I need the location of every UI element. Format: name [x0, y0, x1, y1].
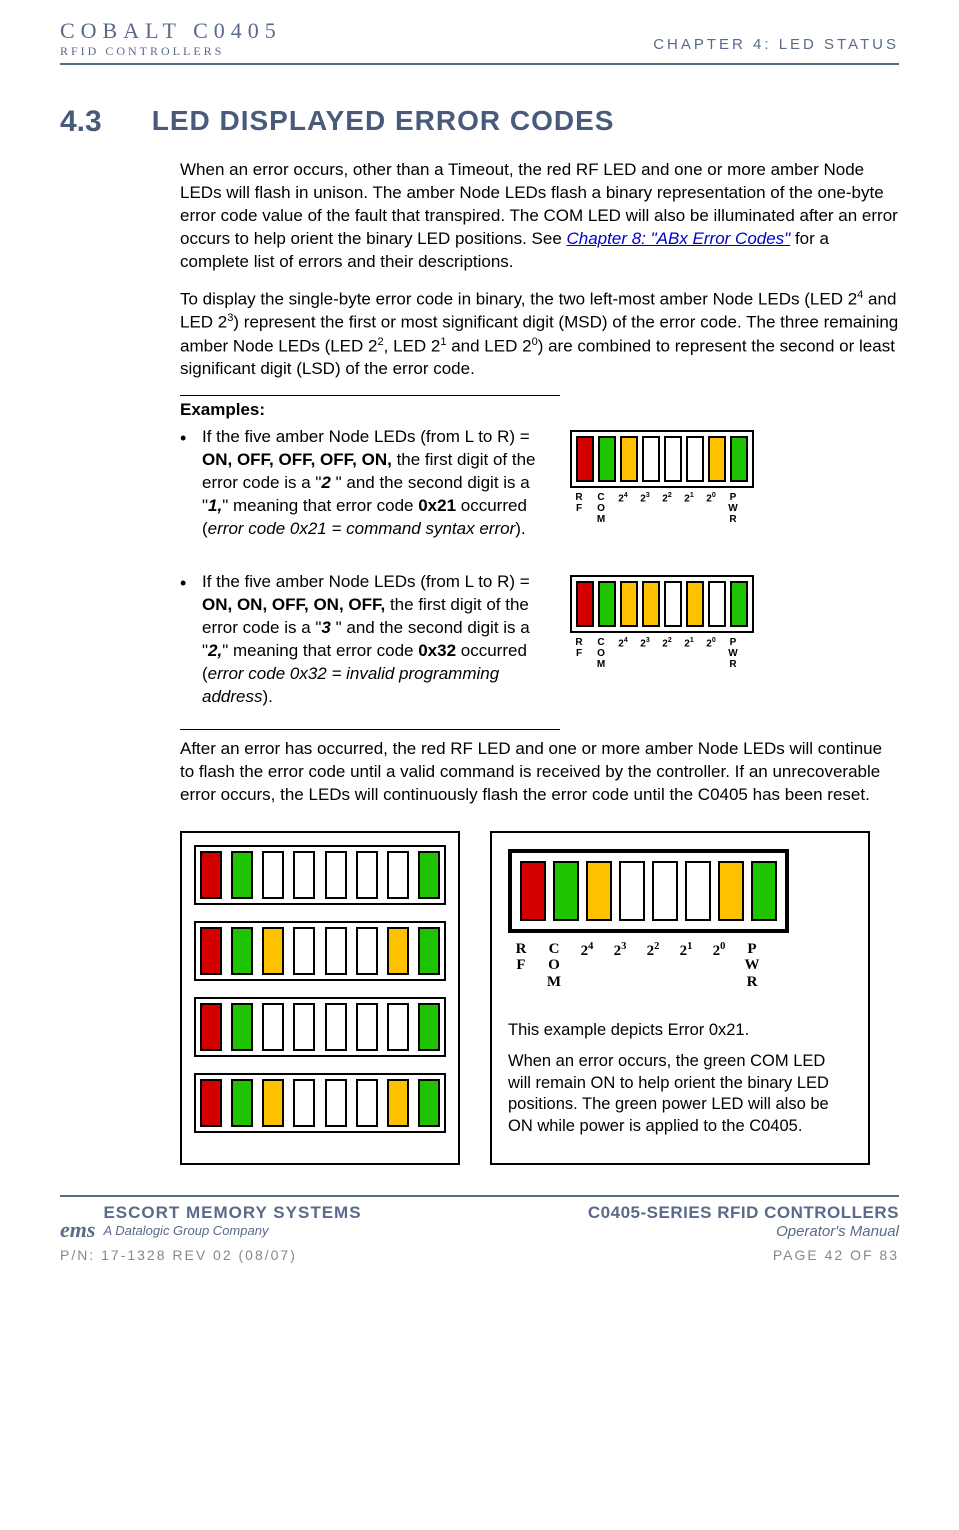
- led-24: [586, 861, 612, 921]
- section-heading: 4.3 LED DISPLAYED ERROR CODES: [60, 105, 899, 139]
- led-22: [664, 436, 682, 482]
- led-21: [685, 861, 711, 921]
- paragraph-2: To display the single-byte error code in…: [180, 288, 899, 382]
- divider: [180, 395, 560, 396]
- led-rf: [520, 861, 546, 921]
- footer-company: ESCORT MEMORY SYSTEMS: [103, 1203, 361, 1223]
- big-panel-p2: When an error occurs, the green COM LED …: [508, 1051, 852, 1137]
- example-1-diagram: R F C O M 24 23 22 21 20 P W R: [570, 426, 754, 541]
- led-22: [652, 861, 678, 921]
- footer-page: PAGE 42 OF 83: [773, 1247, 899, 1263]
- bottom-panels: R F C O M 24 23 22 21 20 P W R This exam…: [180, 831, 899, 1166]
- footer-tagline: A Datalogic Group Company: [103, 1223, 361, 1238]
- led-pwr: [751, 861, 777, 921]
- chapter-label: CHAPTER 4: LED STATUS: [653, 18, 899, 53]
- link-chapter8[interactable]: Chapter 8: "ABx Error Codes": [567, 229, 791, 248]
- led-23: [619, 861, 645, 921]
- led-com: [598, 581, 616, 627]
- led-pwr: [730, 436, 748, 482]
- example-2-row: If the five amber Node LEDs (from L to R…: [180, 571, 899, 709]
- example-1-row: If the five amber Node LEDs (from L to R…: [180, 426, 899, 541]
- footer-right: C0405-SERIES RFID CONTROLLERS Operator's…: [588, 1203, 899, 1240]
- intro-paragraphs: When an error occurs, other than a Timeo…: [180, 159, 899, 381]
- led-labels-2: R F C O M 24 23 22 21 20 P W R: [570, 637, 754, 670]
- footer-doc-type: Operator's Manual: [588, 1223, 899, 1240]
- led-pwr: [730, 581, 748, 627]
- led-21: [686, 581, 704, 627]
- footer-left: ems ESCORT MEMORY SYSTEMS A Datalogic Gr…: [60, 1203, 362, 1243]
- led-21: [686, 436, 704, 482]
- led-com: [598, 436, 616, 482]
- ems-logo: ems: [60, 1203, 95, 1243]
- big-panel-p1: This example depicts Error 0x21.: [508, 1020, 852, 1041]
- led-23: [642, 436, 660, 482]
- big-panel: R F C O M 24 23 22 21 20 P W R This exam…: [490, 831, 870, 1166]
- led-24: [620, 436, 638, 482]
- brand-sub: RFID CONTROLLERS: [60, 44, 282, 59]
- flash-frame-3: [194, 997, 446, 1057]
- section-title: LED DISPLAYED ERROR CODES: [152, 105, 615, 139]
- after-paragraph: After an error has occurred, the red RF …: [180, 738, 899, 807]
- page-header: COBALT C0405 RFID CONTROLLERS CHAPTER 4:…: [60, 18, 899, 65]
- example-1-text: If the five amber Node LEDs (from L to R…: [180, 426, 550, 541]
- footer-product: C0405-SERIES RFID CONTROLLERS: [588, 1203, 899, 1223]
- example-2-text: If the five amber Node LEDs (from L to R…: [180, 571, 550, 709]
- led-23: [642, 581, 660, 627]
- led-24: [620, 581, 638, 627]
- flash-frame-2: [194, 921, 446, 981]
- brand-block: COBALT C0405 RFID CONTROLLERS: [60, 18, 282, 59]
- led-20: [718, 861, 744, 921]
- flash-sequence: [180, 831, 460, 1166]
- led-rf: [576, 436, 594, 482]
- led-20: [708, 436, 726, 482]
- examples-heading: Examples:: [180, 400, 899, 420]
- led-20: [708, 581, 726, 627]
- section-number: 4.3: [60, 105, 102, 139]
- big-led-labels: R F C O M 24 23 22 21 20 P W R: [508, 941, 852, 991]
- footer-pn: P/N: 17-1328 REV 02 (08/07): [60, 1247, 297, 1263]
- flash-frame-4: [194, 1073, 446, 1133]
- example-2-diagram: R F C O M 24 23 22 21 20 P W R: [570, 571, 754, 709]
- led-22: [664, 581, 682, 627]
- paragraph-1: When an error occurs, other than a Timeo…: [180, 159, 899, 274]
- flash-frame-1: [194, 845, 446, 905]
- page-footer: ems ESCORT MEMORY SYSTEMS A Datalogic Gr…: [60, 1195, 899, 1263]
- big-led-block: [508, 849, 789, 933]
- divider: [180, 729, 560, 730]
- led-rf: [576, 581, 594, 627]
- brand-top: COBALT C0405: [60, 18, 282, 44]
- led-labels-1: R F C O M 24 23 22 21 20 P W R: [570, 492, 754, 525]
- led-com: [553, 861, 579, 921]
